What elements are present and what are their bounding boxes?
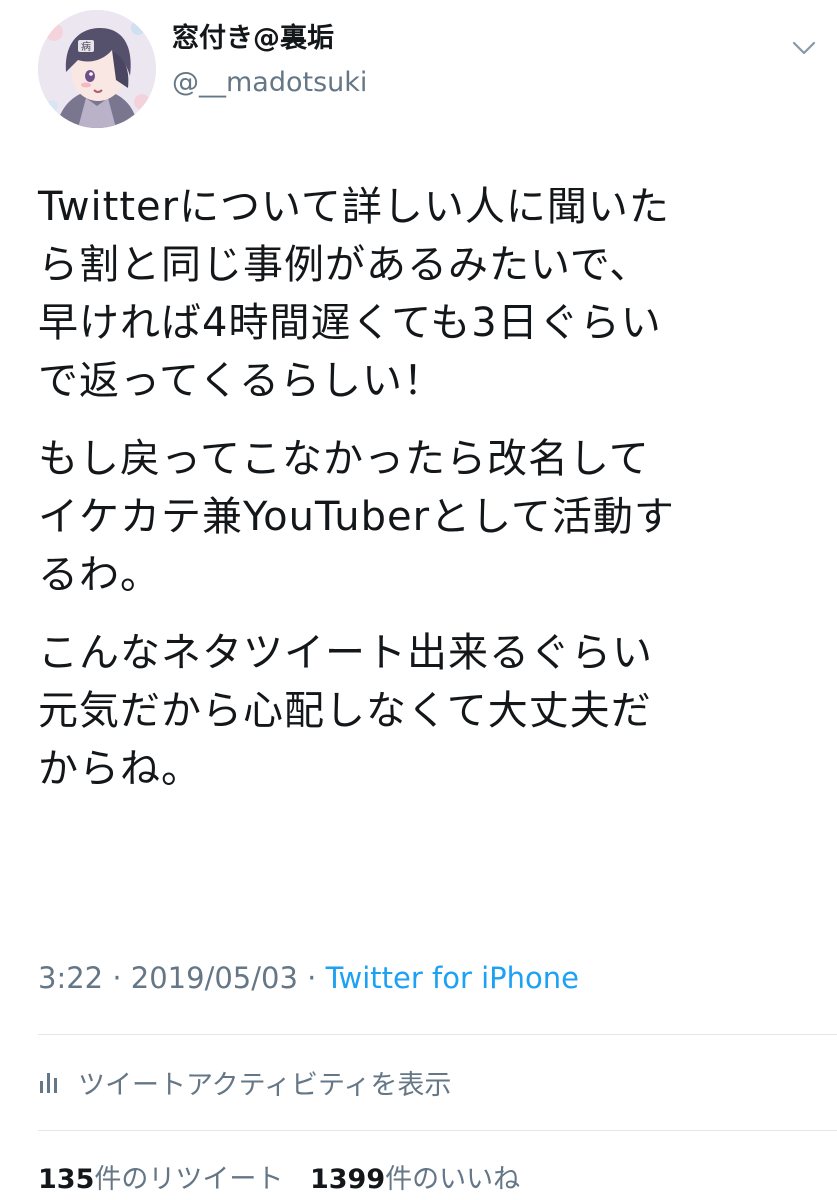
retweet-count-link[interactable]: 135件のリツイート <box>38 1164 283 1195</box>
avatar-badge-text: 病 <box>81 40 91 53</box>
like-count: 1399 <box>309 1164 386 1195</box>
meta-separator: · <box>307 961 317 995</box>
retweet-count: 135 <box>38 1164 95 1195</box>
user-handle[interactable]: @__madotsuki <box>172 66 367 100</box>
tweet-stats: 135件のリツイート 1399件のいいね <box>38 1160 520 1200</box>
bar-chart-icon <box>38 1069 60 1095</box>
user-display-name[interactable]: 窓付き@裏垢 <box>172 22 334 56</box>
chevron-down-icon <box>792 41 816 55</box>
meta-separator: · <box>112 961 122 995</box>
tweet-paragraph: こんなネタツイート出来るぐらい 元気だから心配しなくて大丈夫だ からね。 <box>38 630 653 792</box>
divider <box>38 1130 837 1131</box>
like-count-link[interactable]: 1399件のいいね <box>310 1164 520 1195</box>
tweet-date[interactable]: 2019/05/03 <box>131 961 298 995</box>
tweet-paragraph: Twitterについて詳しい人に聞いた ら割と同じ事例があるみたいで、 早ければ… <box>38 184 670 404</box>
divider <box>38 1034 837 1035</box>
like-label: 件のいいね <box>385 1164 521 1195</box>
retweet-label: 件のリツイート <box>94 1164 284 1195</box>
tweet-menu-button[interactable] <box>786 30 822 66</box>
tweet-paragraph: もし戻ってこなかったら改名して イケカテ兼YouTuberとして活動す るわ。 <box>38 436 675 598</box>
tweet-header: 病 窓付き@裏垢 @__madotsuki <box>0 0 837 140</box>
tweet-activity-label: ツイートアクティビティを表示 <box>78 1069 452 1101</box>
tweet-time[interactable]: 3:22 <box>38 961 103 995</box>
user-avatar[interactable]: 病 <box>38 10 156 128</box>
avatar-image: 病 <box>38 10 156 128</box>
tweet-metadata: 3:22 · 2019/05/03 · Twitter for iPhone <box>38 958 579 998</box>
tweet-text: Twitterについて詳しい人に聞いた ら割と同じ事例があるみたいで、 早ければ… <box>38 178 828 818</box>
tweet-source-link[interactable]: Twitter for iPhone <box>326 961 579 995</box>
tweet-activity-link[interactable]: ツイートアクティビティを表示 <box>38 1062 451 1102</box>
